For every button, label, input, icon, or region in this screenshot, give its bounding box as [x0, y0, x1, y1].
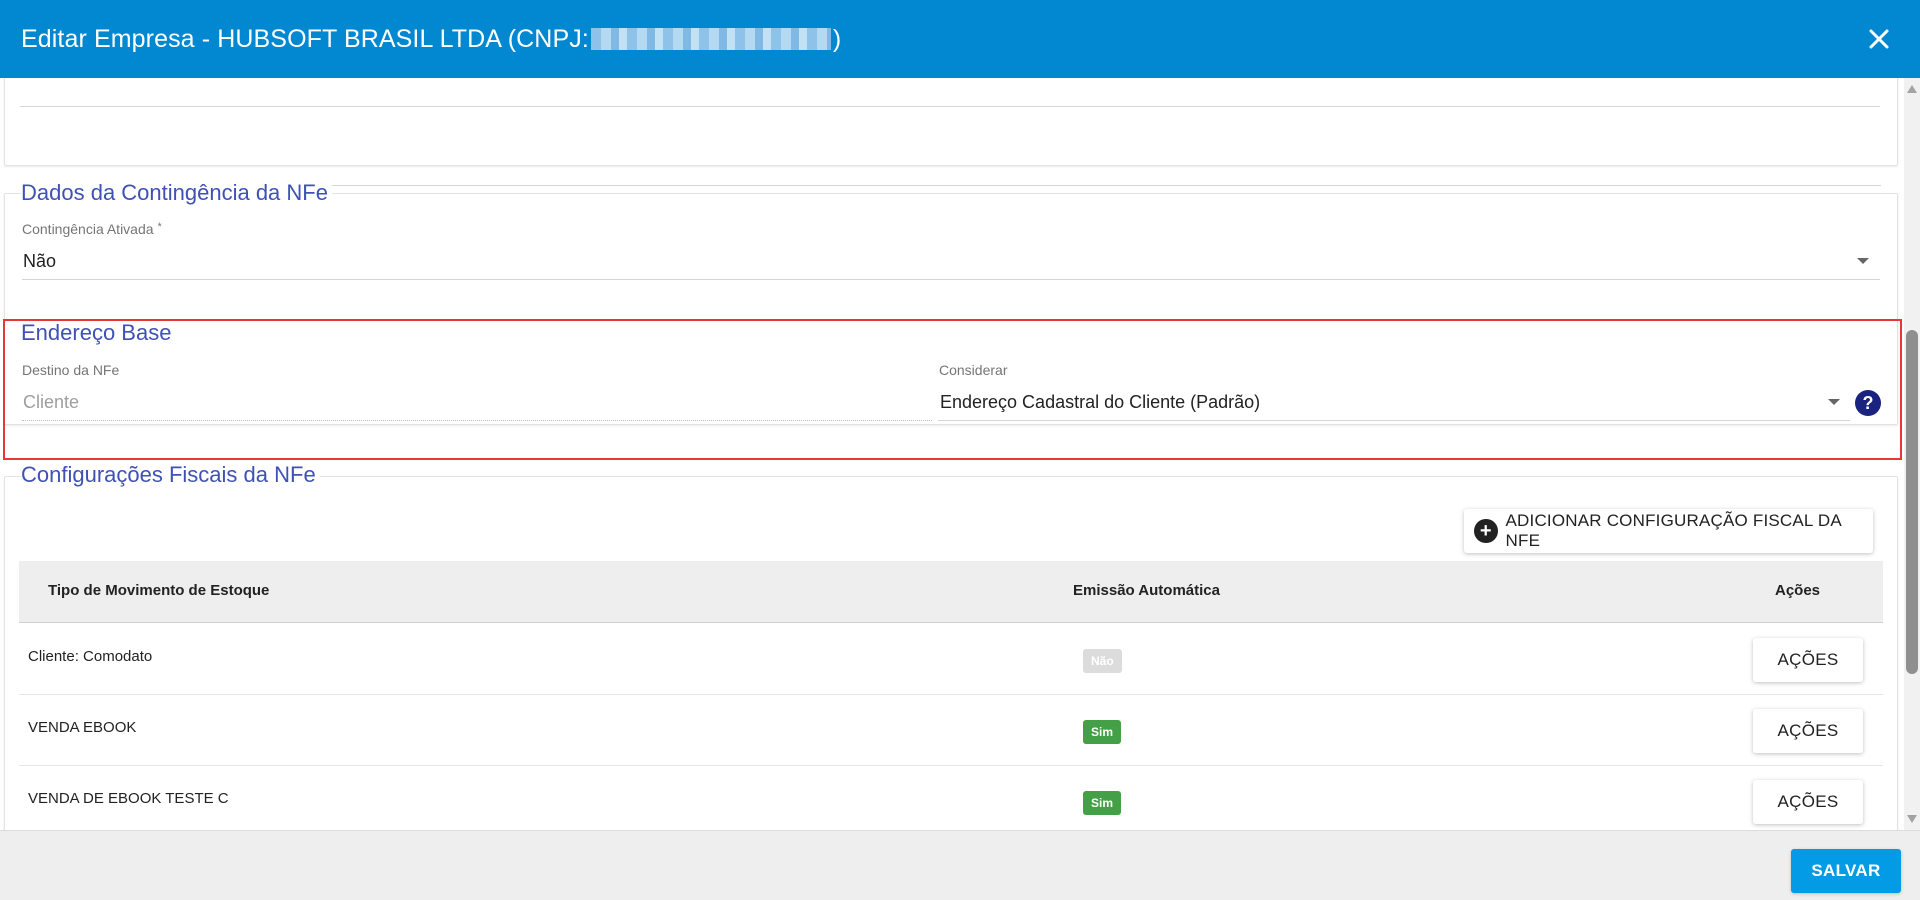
- table-row: VENDA DE EBOOK TESTE C Sim AÇÕES: [19, 766, 1883, 830]
- previous-field-line: [20, 106, 1880, 107]
- considerar-select[interactable]: Endereço Cadastral do Cliente (Padrão): [940, 392, 1260, 413]
- destino-field: Cliente: [23, 392, 80, 412]
- contingencia-label: Contingência Ativada *: [22, 221, 162, 237]
- help-icon[interactable]: ?: [1855, 390, 1881, 416]
- destino-underline: [22, 420, 932, 421]
- scroll-thumb[interactable]: [1906, 330, 1918, 674]
- considerar-underline: [938, 420, 1850, 421]
- column-header-acoes: Ações: [1775, 582, 1821, 599]
- row-actions-button[interactable]: AÇÕES: [1753, 780, 1863, 824]
- plus-circle-icon: +: [1474, 519, 1498, 543]
- close-button[interactable]: [1862, 22, 1896, 56]
- destino-label: Destino da NFe: [22, 362, 120, 378]
- status-badge: Sim: [1083, 791, 1122, 815]
- contingencia-select[interactable]: Não: [23, 251, 56, 272]
- row-tipo: VENDA DE EBOOK TESTE C: [28, 790, 229, 807]
- caret-down-icon[interactable]: [1828, 399, 1840, 405]
- row-actions-button[interactable]: AÇÕES: [1753, 709, 1863, 753]
- contingencia-section-title: Dados da Contingência da NFe: [21, 180, 332, 206]
- save-button[interactable]: SALVAR: [1791, 849, 1901, 893]
- column-header-emissao: Emissão Automática: [1073, 582, 1220, 599]
- cnpj-redacted-block: [590, 28, 831, 50]
- table-row: VENDA EBOOK Sim AÇÕES: [19, 695, 1883, 766]
- dialog-content: Dados da Contingência da NFe Contingênci…: [0, 78, 1904, 830]
- status-badge: Não: [1083, 649, 1122, 673]
- status-badge: Sim: [1083, 720, 1122, 744]
- scroll-down-icon[interactable]: [1907, 815, 1917, 823]
- caret-down-icon[interactable]: [1857, 258, 1869, 264]
- row-tipo: Cliente: Comodato: [28, 648, 153, 665]
- config-fiscais-section-title: Configurações Fiscais da NFe: [21, 462, 320, 488]
- edit-company-dialog: Editar Empresa - HUBSOFT BRASIL LTDA (CN…: [0, 0, 1920, 900]
- considerar-label: Considerar: [939, 362, 1008, 378]
- row-actions-button[interactable]: AÇÕES: [1753, 638, 1863, 682]
- scroll-up-icon[interactable]: [1907, 85, 1917, 93]
- required-mark: *: [157, 221, 162, 233]
- endereco-base-section-title: Endereço Base: [21, 320, 176, 346]
- column-header-tipo: Tipo de Movimento de Estoque: [48, 582, 270, 599]
- dialog-title: Editar Empresa - HUBSOFT BRASIL LTDA (CN…: [21, 25, 841, 54]
- table-header: Tipo de Movimento de Estoque Emissão Aut…: [19, 561, 1883, 623]
- contingencia-card: [4, 193, 1898, 425]
- row-tipo: VENDA EBOOK: [28, 719, 137, 736]
- close-icon: [1869, 29, 1889, 49]
- add-fiscal-config-label: ADICIONAR CONFIGURAÇÃO FISCAL DA NFE: [1505, 511, 1841, 550]
- previous-section-card: [4, 78, 1898, 186]
- add-fiscal-config-button[interactable]: + ADICIONAR CONFIGURAÇÃO FISCAL DA NFE: [1464, 509, 1873, 553]
- scrollbar[interactable]: [1904, 78, 1920, 830]
- dialog-header: Editar Empresa - HUBSOFT BRASIL LTDA (CN…: [0, 0, 1920, 78]
- dialog-title-prefix: Editar Empresa - HUBSOFT BRASIL LTDA (CN…: [21, 24, 589, 53]
- dialog-footer: SALVAR: [0, 830, 1920, 900]
- contingencia-label-text: Contingência Ativada: [22, 221, 154, 237]
- dialog-title-suffix: ): [832, 24, 842, 53]
- table-row: Cliente: Comodato Não AÇÕES: [19, 624, 1883, 695]
- contingencia-underline: [22, 279, 1880, 280]
